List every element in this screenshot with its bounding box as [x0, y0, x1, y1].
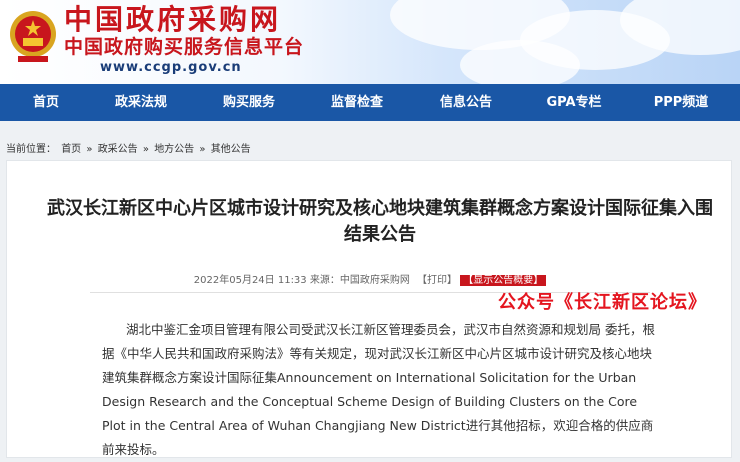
nav-item-regulations[interactable]: 政采法规	[115, 84, 167, 121]
article-meta: 2022年05月24日 11:33 来源：中国政府采购网 【打印】 【显示公告概…	[0, 271, 740, 286]
breadcrumb-other-notices[interactable]: 其他公告	[211, 144, 251, 155]
breadcrumb-separator: »	[199, 144, 206, 155]
nav-item-gpa[interactable]: GPA专栏	[546, 84, 601, 121]
page-title: 武汉长江新区中心片区城市设计研究及核心地块建筑集群概念方案设计国际征集入围结果公…	[47, 198, 713, 245]
show-summary-button[interactable]: 【显示公告概要】	[460, 275, 547, 286]
publish-date: 2022年05月24日 11:33	[193, 275, 307, 286]
breadcrumb-separator: »	[86, 144, 93, 155]
breadcrumb: 当前位置： 首页 » 政采公告 » 地方公告 » 其他公告	[6, 140, 253, 155]
breadcrumb-home[interactable]: 首页	[61, 144, 81, 155]
site-subtitle: 中国政府购买服务信息平台	[64, 36, 305, 58]
national-emblem-icon	[10, 11, 56, 62]
breadcrumb-prefix: 当前位置：	[6, 144, 56, 155]
nav-item-purchase-services[interactable]: 购买服务	[223, 84, 275, 121]
source-name: 中国政府采购网	[339, 275, 410, 286]
breadcrumb-procurement-notices[interactable]: 政采公告	[98, 144, 138, 155]
breadcrumb-separator: »	[142, 144, 149, 155]
nav-item-home[interactable]: 首页	[33, 84, 59, 121]
site-header: 中国政府采购网 中国政府购买服务信息平台 www.ccgp.gov.cn	[0, 0, 740, 84]
nav-item-ppp[interactable]: PPP频道	[654, 84, 709, 121]
site-title[interactable]: 中国政府采购网	[64, 4, 281, 36]
main-nav: 首页 政采法规 购买服务 监督检查 信息公告 GPA专栏 PPP频道	[0, 84, 740, 121]
nav-item-supervision[interactable]: 监督检查	[331, 84, 383, 121]
watermark-text: 公众号《长江新区论坛》	[498, 292, 707, 313]
article-body: 湖北中鉴汇金项目管理有限公司受武汉长江新区管理委员会，武汉市自然资源和规划局 委…	[102, 322, 655, 457]
nav-item-announcements[interactable]: 信息公告	[440, 84, 492, 121]
print-link[interactable]: 【打印】	[417, 275, 457, 286]
breadcrumb-local-notices[interactable]: 地方公告	[154, 144, 194, 155]
source-label: 来源：	[309, 275, 340, 286]
site-url[interactable]: www.ccgp.gov.cn	[100, 60, 242, 75]
